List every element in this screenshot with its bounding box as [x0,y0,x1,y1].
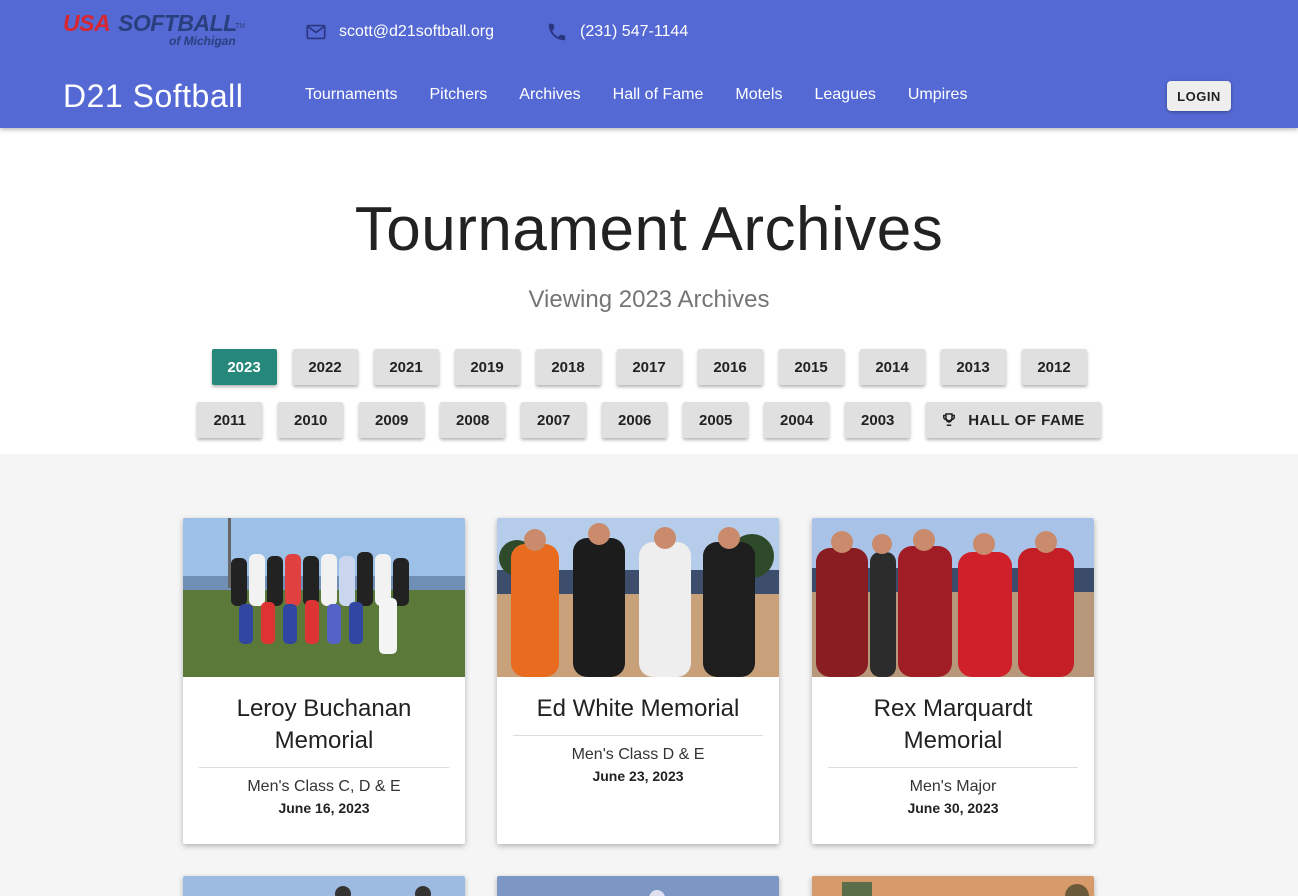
year-button-2006[interactable]: 2006 [602,402,668,438]
year-button-2019[interactable]: 2019 [454,349,520,385]
hall-of-fame-label: HALL OF FAME [968,411,1085,429]
archives-hero: Tournament Archives Viewing 2023 Archive… [0,128,1298,454]
year-button-2010[interactable]: 2010 [278,402,344,438]
year-button-2005[interactable]: 2005 [683,402,749,438]
phone-icon [548,23,566,41]
card-date: June 30, 2023 [907,800,999,816]
phone-text: (231) 547-1144 [580,23,689,40]
card-date: June 16, 2023 [278,800,370,816]
team-photo [183,876,465,896]
team-photo [812,518,1094,677]
logo-trademark: TM [235,23,246,30]
logo-text-usa: USA [63,10,111,36]
card-class: Men's Class C, D & E [247,778,401,795]
year-buttons-row-2: 2011 2010 2009 2008 2007 2006 2005 2004 … [0,402,1298,438]
nav-leagues[interactable]: Leagues [814,86,875,104]
email-text: scott@d21softball.org [339,23,494,40]
logo-text-michigan: of Michigan [169,34,236,48]
team-photo [497,518,779,677]
year-buttons-row-1: 2023 2022 2021 2019 2018 2017 2016 2015 … [0,349,1298,385]
team-photo [812,876,1094,896]
year-button-2021[interactable]: 2021 [373,349,439,385]
card-title: Leroy Buchanan Memorial [199,693,449,768]
year-button-2022[interactable]: 2022 [292,349,358,385]
team-photo [497,876,779,896]
phone-contact[interactable]: (231) 547-1144 [546,21,688,43]
main-nav: Tournaments Pitchers Archives Hall of Fa… [305,86,999,104]
card-title: Ed White Memorial [513,693,763,736]
tournament-card-partial[interactable] [183,876,465,896]
year-button-2007[interactable]: 2007 [521,402,587,438]
tournament-card-leroy-buchanan[interactable]: Leroy Buchanan Memorial Men's Class C, D… [183,518,465,844]
tournament-card-partial[interactable] [497,876,779,896]
mail-icon [306,24,326,40]
top-app-bar: USA SOFTBALL TM of Michigan scott@d21sof… [0,0,1298,128]
hall-of-fame-button[interactable]: HALL OF FAME [926,402,1101,438]
nav-tournaments[interactable]: Tournaments [305,86,398,104]
team-photo [183,518,465,677]
tournament-card-partial[interactable] [812,876,1094,896]
trophy-icon [943,413,956,426]
usa-softball-logo[interactable]: USA SOFTBALL TM of Michigan [63,10,253,52]
year-button-2015[interactable]: 2015 [778,349,844,385]
year-button-2023[interactable]: 2023 [211,349,277,385]
nav-pitchers[interactable]: Pitchers [430,86,488,104]
year-button-2009[interactable]: 2009 [359,402,425,438]
site-brand[interactable]: D21 Softball [63,78,243,115]
year-button-2017[interactable]: 2017 [616,349,682,385]
email-contact[interactable]: scott@d21softball.org [305,21,494,43]
card-class: Men's Class D & E [571,746,705,763]
tournament-card-ed-white[interactable]: Ed White Memorial Men's Class D & E June… [497,518,779,844]
card-date: June 23, 2023 [592,768,684,784]
year-button-2011[interactable]: 2011 [197,402,263,438]
year-button-2016[interactable]: 2016 [697,349,763,385]
card-title: Rex Marquardt Memorial [828,693,1078,768]
nav-archives[interactable]: Archives [519,86,580,104]
nav-umpires[interactable]: Umpires [908,86,968,104]
year-button-2014[interactable]: 2014 [859,349,925,385]
card-class: Men's Major [909,778,997,795]
page-subtitle: Viewing 2023 Archives [528,286,770,313]
year-button-2013[interactable]: 2013 [940,349,1006,385]
nav-hall-of-fame[interactable]: Hall of Fame [613,86,704,104]
year-button-2003[interactable]: 2003 [845,402,911,438]
tournament-card-rex-marquardt[interactable]: Rex Marquardt Memorial Men's Major June … [812,518,1094,844]
year-button-2018[interactable]: 2018 [535,349,601,385]
nav-motels[interactable]: Motels [735,86,782,104]
page-title: Tournament Archives [354,195,944,264]
year-button-2008[interactable]: 2008 [440,402,506,438]
login-button[interactable]: LOGIN [1167,81,1231,111]
logo-text-softball: SOFTBALL [118,10,237,36]
year-button-2004[interactable]: 2004 [764,402,830,438]
year-button-2012[interactable]: 2012 [1021,349,1087,385]
